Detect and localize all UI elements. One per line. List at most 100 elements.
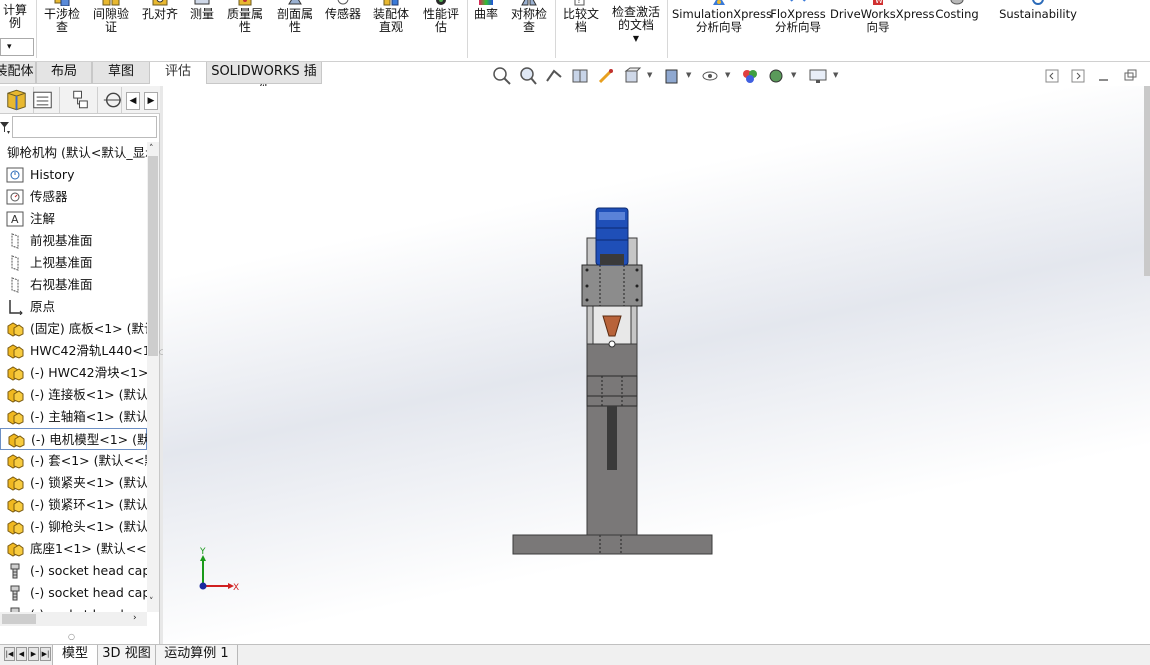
scroll-up-arrow[interactable]: ˄ xyxy=(149,144,157,154)
tab-scroll-left-button[interactable]: ◀ xyxy=(126,92,140,110)
prev-tab-button[interactable]: ◀ xyxy=(16,647,27,661)
tab-sketch[interactable]: 草图 xyxy=(92,62,150,84)
tab-motion-study-1[interactable]: 运动算例 1 xyxy=(156,645,238,665)
display-style-dropdown[interactable]: ▼ xyxy=(686,71,694,79)
ribbon-separator xyxy=(667,0,668,58)
tree-item-component[interactable]: (-) 电机模型<1> (默认 xyxy=(0,428,147,450)
hide-show-dropdown[interactable]: ▼ xyxy=(725,71,733,79)
apply-scene-dropdown[interactable]: ▼ xyxy=(791,71,799,79)
view-settings-dropdown[interactable]: ▼ xyxy=(833,71,841,79)
clearance-verify-button[interactable]: 间隙验证 xyxy=(88,0,134,34)
part-icon xyxy=(7,344,24,359)
costing-button[interactable]: Costing xyxy=(930,0,984,21)
graphics-viewport[interactable]: Y X xyxy=(163,86,1150,646)
tree-item-component[interactable]: (-) 主轴箱<1> (默认< xyxy=(0,406,147,428)
tree-item-component[interactable]: (-) 锁紧环<1> (默认< xyxy=(0,494,147,516)
sustainability-button[interactable]: Sustainability xyxy=(996,0,1080,21)
section-view-icon[interactable] xyxy=(570,65,590,87)
hole-alignment-button[interactable]: 孔对齐 xyxy=(138,0,182,21)
tree-item-component[interactable]: HWC42滑轨L440<1> xyxy=(0,340,147,362)
next-tab-button[interactable]: ▶ xyxy=(28,647,39,661)
curvature-button[interactable]: 曲率 xyxy=(470,0,502,21)
property-manager-tab-icon[interactable] xyxy=(26,87,60,113)
tab-solidworks-addins[interactable]: SOLIDWORKS 插件 xyxy=(206,62,322,99)
tab-3d-view[interactable]: 3D 视图 xyxy=(98,645,156,665)
view-settings-icon[interactable] xyxy=(808,65,828,87)
tree-item-annotations[interactable]: A 注解 xyxy=(0,208,147,230)
panel-grip-icon[interactable]: ○ xyxy=(68,632,75,641)
tree-item-front-plane[interactable]: 前视基准面 xyxy=(0,230,147,252)
first-tab-button[interactable]: |◀ xyxy=(4,647,15,661)
tree-item-sensors[interactable]: 传感器 xyxy=(0,186,147,208)
performance-evaluation-button[interactable]: 性能评估 xyxy=(418,0,464,34)
minimize-icon[interactable] xyxy=(1096,68,1112,84)
part-icon xyxy=(7,520,24,535)
compare-documents-button[interactable]: ? 比较文档 xyxy=(558,0,604,34)
symmetry-check-button[interactable]: 对称检查 xyxy=(506,0,552,34)
spindle-box xyxy=(581,264,643,307)
tree-item-label: History xyxy=(30,167,75,182)
viewport-scroll-indicator[interactable] xyxy=(1144,86,1150,276)
tree-item-top-plane[interactable]: 上视基准面 xyxy=(0,252,147,274)
tree-item-component[interactable]: (-) 套<1> (默认<<默 xyxy=(0,450,147,472)
configuration-manager-tab-icon[interactable] xyxy=(64,87,98,113)
hide-show-items-icon[interactable] xyxy=(700,65,720,87)
tree-item-component[interactable]: (-) 锁紧夹<1> (默认< xyxy=(0,472,147,494)
assembly-model[interactable] xyxy=(163,86,1150,646)
measure-button[interactable]: 测量 xyxy=(186,0,218,21)
dynamic-annotation-icon[interactable] xyxy=(596,65,616,87)
tree-horizontal-scrollbar[interactable]: › xyxy=(0,612,147,626)
tab-layout[interactable]: 布局 xyxy=(36,62,92,84)
scroll-down-arrow[interactable]: ˅ xyxy=(149,597,157,607)
filter-icon[interactable]: ▾ xyxy=(0,119,12,135)
restore-icon[interactable] xyxy=(1122,68,1138,84)
tab-evaluate[interactable]: 评估 xyxy=(150,62,206,84)
sensor-button[interactable]: 传感器 xyxy=(320,0,366,21)
assembly-visualization-button[interactable]: 装配体直观 xyxy=(368,0,414,34)
check-active-document-button[interactable]: 检查激活的文档 ▼ xyxy=(608,0,664,45)
hole-alignment-label: 孔对齐 xyxy=(141,7,178,21)
apply-scene-icon[interactable] xyxy=(766,65,786,87)
floxpress-button[interactable]: FloXpress 分析向导 xyxy=(770,0,826,34)
tree-item-origin[interactable]: 原点 xyxy=(0,296,147,318)
zoom-to-area-icon[interactable] xyxy=(518,65,538,87)
tree-item-component[interactable]: (-) 连接板<1> (默认< xyxy=(0,384,147,406)
tree-vertical-scrollbar[interactable]: ˄ ˅ xyxy=(147,142,159,612)
tab-assembly[interactable]: 装配体 xyxy=(0,62,36,84)
tab-scroll-right-button[interactable]: ▶ xyxy=(144,92,158,110)
previous-window-icon[interactable] xyxy=(1044,68,1060,84)
tree-item-label: (-) socket head cap xyxy=(30,563,147,578)
tree-item-component[interactable]: (-) socket head cap xyxy=(0,582,147,604)
costing-label: Costing xyxy=(935,7,979,21)
tree-item-component[interactable]: (-) 铆枪头<1> (默认< xyxy=(0,516,147,538)
simulationxpress-button[interactable]: SimulationXpress 分析向导 xyxy=(672,0,772,34)
view-orientation-dropdown[interactable]: ▼ xyxy=(647,71,655,79)
tree-root-assembly[interactable]: 铆枪机构 (默认<默认_显示 xyxy=(0,142,147,164)
scroll-thumb[interactable] xyxy=(148,156,158,356)
calc-button[interactable]: 计算例 xyxy=(0,0,34,30)
tree-item-component[interactable]: (-) socket head cap xyxy=(0,560,147,582)
calc-dropdown[interactable]: ▾ xyxy=(0,38,34,56)
scroll-thumb[interactable] xyxy=(2,614,36,624)
display-style-icon[interactable] xyxy=(662,65,682,87)
tree-item-component[interactable]: (固定) 底板<1> (默认 xyxy=(0,318,147,340)
tree-item-component[interactable]: 底座1<1> (默认<<默 xyxy=(0,538,147,560)
mass-properties-button[interactable]: 质量属性 xyxy=(222,0,268,34)
interference-check-button[interactable]: 干涉检查 xyxy=(40,0,84,34)
driveworksxpress-button[interactable]: W DriveWorksXpress 向导 xyxy=(830,0,934,34)
zoom-to-fit-icon[interactable] xyxy=(492,65,512,87)
edit-appearance-icon[interactable] xyxy=(740,65,760,87)
tree-item-right-plane[interactable]: 右视基准面 xyxy=(0,274,147,296)
view-orientation-icon[interactable] xyxy=(622,65,642,87)
tree-item-component[interactable]: (-) HWC42滑块<1> ( xyxy=(0,362,147,384)
dimxpert-tab-icon[interactable] xyxy=(100,87,122,113)
rail-slot xyxy=(607,406,617,470)
tab-model[interactable]: 模型 xyxy=(52,645,98,665)
tree-filter-input[interactable] xyxy=(12,116,157,138)
next-window-icon[interactable] xyxy=(1070,68,1086,84)
scroll-right-arrow[interactable]: › xyxy=(133,613,137,623)
previous-view-icon[interactable] xyxy=(544,65,564,87)
section-properties-button[interactable]: 剖面属性 xyxy=(272,0,318,34)
tree-item-history[interactable]: History xyxy=(0,164,147,186)
last-tab-button[interactable]: ▶| xyxy=(40,647,51,661)
